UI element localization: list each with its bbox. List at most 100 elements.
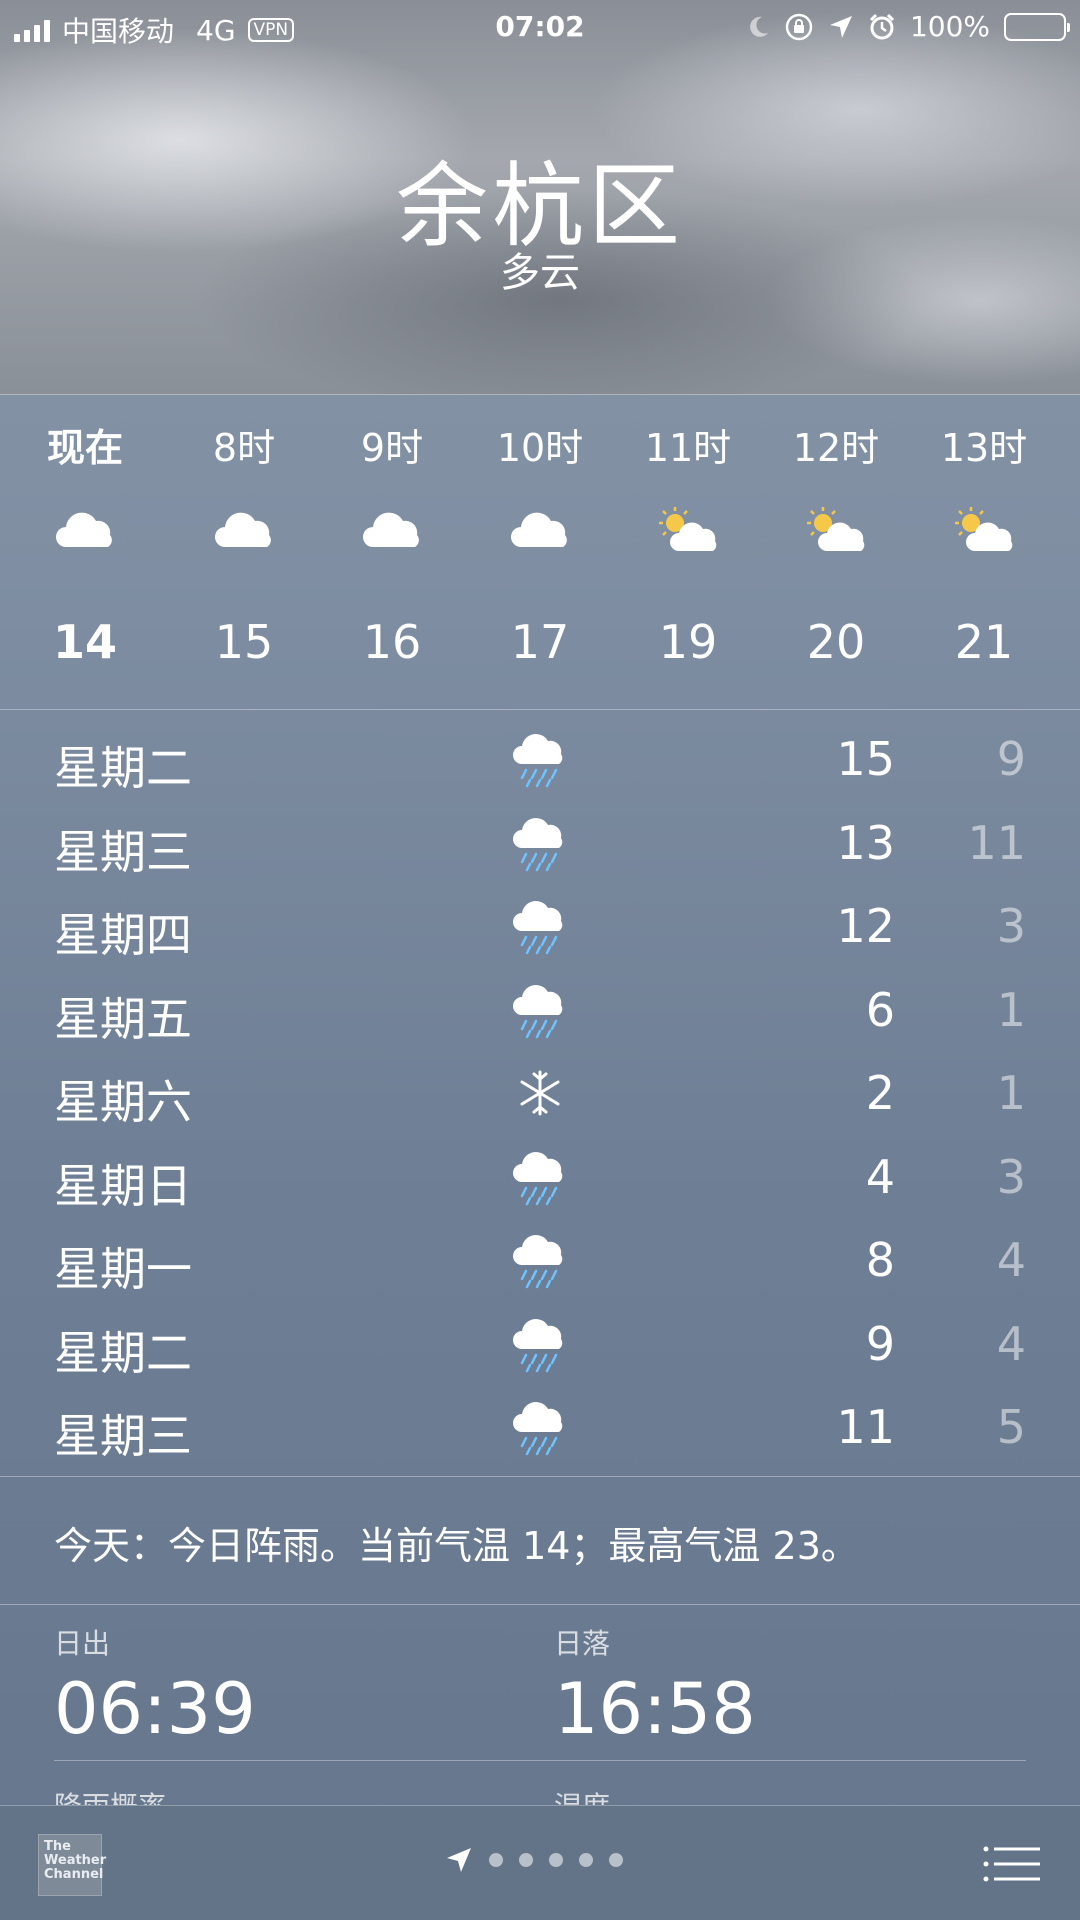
hour-label: 12时 xyxy=(792,426,880,470)
brand-line: Weather xyxy=(44,1853,107,1868)
hour-label: 11时 xyxy=(644,426,732,470)
rain-icon xyxy=(510,1398,570,1456)
day-name: 星期五 xyxy=(54,991,192,1046)
sunset-block: 日落 16:58 xyxy=(554,1622,756,1750)
hourly-item: 13时 21 xyxy=(910,395,1058,710)
hour-temperature: 16 xyxy=(362,615,422,669)
current-location-icon xyxy=(447,1848,471,1872)
snow-icon xyxy=(510,1064,570,1122)
bottom-toolbar: The Weather Channel xyxy=(0,1805,1080,1920)
partly-sunny-icon xyxy=(653,505,723,555)
divider xyxy=(0,1476,1080,1477)
low-temperature: 1 xyxy=(996,1066,1026,1120)
cloud-icon xyxy=(50,505,120,555)
battery-icon xyxy=(1004,12,1070,41)
high-temperature: 13 xyxy=(836,815,895,870)
daily-row: 星期二 15 9 xyxy=(0,718,1080,802)
hourly-forecast[interactable]: 现在 14 8时 15 9时 16 10时 17 11时 19 12时 20 13时 21 xyxy=(0,395,1080,710)
page-indicator[interactable] xyxy=(445,1846,623,1874)
high-temperature: 9 xyxy=(865,1316,895,1371)
cloud-icon xyxy=(209,505,279,555)
low-temperature: 4 xyxy=(996,1233,1026,1287)
low-temperature: 3 xyxy=(996,1149,1026,1204)
hour-label: 8时 xyxy=(212,426,276,470)
high-temperature: 4 xyxy=(865,1149,895,1204)
daily-row: 星期四 12 3 xyxy=(0,885,1080,969)
low-temperature: 4 xyxy=(996,1316,1026,1371)
sunset-time: 16:58 xyxy=(554,1668,756,1750)
weather-channel-logo[interactable]: The Weather Channel xyxy=(38,1834,107,1896)
alarm-icon xyxy=(869,13,894,39)
low-temperature: 3 xyxy=(996,899,1026,953)
moon-icon xyxy=(750,16,768,37)
divider xyxy=(0,709,1080,710)
sunrise-time: 06:39 xyxy=(54,1668,256,1750)
hourly-item: 10时 17 xyxy=(466,395,614,710)
high-temperature: 12 xyxy=(836,899,895,953)
daily-row: 星期六 2 1 xyxy=(0,1052,1080,1136)
hour-temperature: 19 xyxy=(658,615,718,669)
page-dot[interactable] xyxy=(609,1853,623,1867)
hour-temperature: 15 xyxy=(214,615,274,669)
day-name: 星期一 xyxy=(54,1242,192,1296)
hour-temperature: 14 xyxy=(52,615,117,669)
low-temperature: 5 xyxy=(996,1400,1026,1454)
page-dot[interactable] xyxy=(579,1853,593,1867)
day-name: 星期二 xyxy=(54,1325,192,1380)
location-arrow-icon xyxy=(829,15,852,38)
rain-icon xyxy=(510,897,570,955)
sunrise-block: 日出 06:39 xyxy=(54,1622,256,1750)
daily-row: 星期日 4 3 xyxy=(0,1136,1080,1220)
high-temperature: 11 xyxy=(836,1400,895,1454)
low-temperature: 11 xyxy=(967,815,1026,870)
high-temperature: 2 xyxy=(865,1066,895,1120)
day-name: 星期二 xyxy=(54,741,192,795)
page-dot[interactable] xyxy=(489,1853,503,1867)
rain-icon xyxy=(510,1231,570,1289)
daily-row: 星期三 13 11 xyxy=(0,802,1080,886)
page-dot[interactable] xyxy=(549,1853,563,1867)
high-temperature: 8 xyxy=(865,1233,895,1287)
hourly-item: 12时 20 xyxy=(762,395,910,710)
rotation-lock-icon xyxy=(785,13,813,40)
rain-icon xyxy=(510,1148,570,1206)
brand-line: The xyxy=(44,1839,71,1854)
hour-label: 10时 xyxy=(496,426,584,470)
hour-label: 现在 xyxy=(46,426,123,470)
hourly-item: 现在 14 xyxy=(0,395,170,710)
today-summary: 今天：今日阵雨。当前气温 14；最高气温 23。 xyxy=(54,1524,859,1568)
hourly-item: 9时 16 xyxy=(318,395,466,710)
battery-percent: 100% xyxy=(909,10,990,43)
day-name: 星期六 xyxy=(54,1075,192,1129)
high-temperature: 15 xyxy=(836,732,895,786)
high-temperature: 6 xyxy=(865,982,895,1037)
day-name: 星期日 xyxy=(54,1158,192,1213)
status-bar: 中国移动 4G VPN 07:02 100% xyxy=(0,0,1080,54)
hour-label: 13时 xyxy=(940,426,1028,470)
hour-temperature: 20 xyxy=(806,615,866,669)
day-name: 星期三 xyxy=(54,1409,192,1463)
brand-line: Channel xyxy=(44,1867,104,1882)
daily-forecast: 星期二 15 9 星期三 13 11 星期四 12 3 星期五 6 1 星期六 2 1 星期日 4 3 星期一 8 4 星… xyxy=(0,718,1080,1470)
daily-row: 星期五 6 1 xyxy=(0,969,1080,1053)
low-temperature: 1 xyxy=(996,982,1026,1037)
hour-temperature: 21 xyxy=(954,615,1014,669)
hourly-item: 11时 19 xyxy=(614,395,762,710)
low-temperature: 9 xyxy=(996,732,1026,786)
daily-row: 星期二 9 4 xyxy=(0,1303,1080,1387)
daily-row: 星期一 8 4 xyxy=(0,1219,1080,1303)
partly-sunny-icon xyxy=(949,505,1019,555)
divider xyxy=(54,1760,1026,1761)
rain-icon xyxy=(510,1315,570,1373)
hour-temperature: 17 xyxy=(510,615,570,669)
divider xyxy=(0,1604,1080,1605)
hour-label: 9时 xyxy=(360,426,424,470)
city-list-icon[interactable] xyxy=(982,1844,1040,1884)
day-name: 星期四 xyxy=(54,908,192,962)
page-dot[interactable] xyxy=(519,1853,533,1867)
rain-icon xyxy=(510,730,570,788)
cloud-icon xyxy=(505,505,575,555)
cloud-icon xyxy=(357,505,427,555)
daily-row: 星期三 11 5 xyxy=(0,1386,1080,1470)
day-name: 星期三 xyxy=(54,824,192,879)
